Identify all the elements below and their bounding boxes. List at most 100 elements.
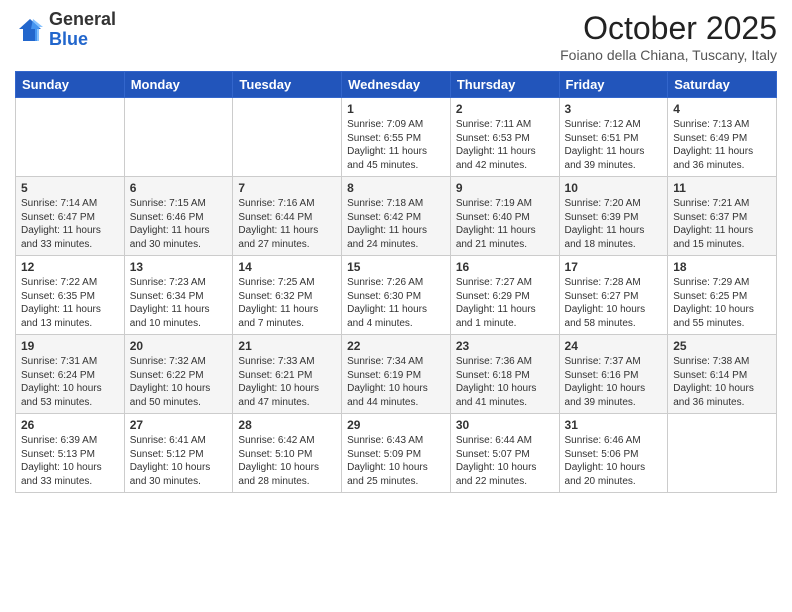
calendar-cell: 20 Sunrise: 7:32 AM Sunset: 6:22 PM Dayli… — [124, 335, 233, 414]
day-number: 18 — [673, 260, 771, 274]
logo-general-text: General — [49, 10, 116, 30]
day-number: 23 — [456, 339, 554, 353]
weekday-header: Tuesday — [233, 72, 342, 98]
calendar-cell: 16Sunrise: 7:27 AM Sunset: 6:29 PM Dayli… — [450, 256, 559, 335]
day-info: Sunrise: 7:14 AM Sunset: 6:47 PM Dayligh… — [21, 198, 101, 250]
day-info: Sunrise: 6:39 AM Sunset: 5:13 PM Dayligh… — [21, 435, 102, 487]
calendar-cell: 1 Sunrise: 7:09 AM Sunset: 6:55 PM Daylig… — [342, 98, 451, 177]
day-number: 7 — [238, 181, 336, 195]
day-info: Sunrise: 7:16 AM Sunset: 6:44 PM Dayligh… — [238, 198, 318, 250]
day-number: 6 — [130, 181, 228, 195]
day-number: 1 — [347, 102, 445, 116]
day-number: 3 — [565, 102, 663, 116]
day-number: 12 — [21, 260, 119, 274]
calendar-cell: 31 Sunrise: 6:46 AM Sunset: 5:06 PM Dayli… — [559, 414, 668, 493]
calendar-cell: 24 Sunrise: 7:37 AM Sunset: 6:16 PM Dayli… — [559, 335, 668, 414]
day-info: Sunrise: 6:42 AM Sunset: 5:10 PM Dayligh… — [238, 435, 319, 487]
calendar-header-row: SundayMondayTuesdayWednesdayThursdayFrid… — [16, 72, 777, 98]
day-info: Sunrise: 7:38 AM Sunset: 6:14 PM Dayligh… — [673, 356, 754, 408]
calendar-cell: 10Sunrise: 7:20 AM Sunset: 6:39 PM Dayli… — [559, 177, 668, 256]
calendar-cell: 14 Sunrise: 7:25 AM Sunset: 6:32 PM Dayli… — [233, 256, 342, 335]
day-number: 27 — [130, 418, 228, 432]
calendar-cell: 3 Sunrise: 7:12 AM Sunset: 6:51 PM Daylig… — [559, 98, 668, 177]
weekday-header: Wednesday — [342, 72, 451, 98]
day-info: Sunrise: 6:41 AM Sunset: 5:12 PM Dayligh… — [130, 435, 211, 487]
day-number: 24 — [565, 339, 663, 353]
day-info: Sunrise: 7:18 AM Sunset: 6:42 PM Dayligh… — [347, 198, 427, 250]
calendar-cell: 23Sunrise: 7:36 AM Sunset: 6:18 PM Dayli… — [450, 335, 559, 414]
day-info: Sunrise: 7:28 AM Sunset: 6:27 PM Dayligh… — [565, 277, 646, 329]
calendar-cell: 28Sunrise: 6:42 AM Sunset: 5:10 PM Dayli… — [233, 414, 342, 493]
logo: General Blue — [15, 10, 116, 50]
day-number: 31 — [565, 418, 663, 432]
calendar-cell: 21Sunrise: 7:33 AM Sunset: 6:21 PM Dayli… — [233, 335, 342, 414]
calendar-subtitle: Foiano della Chiana, Tuscany, Italy — [560, 47, 777, 63]
title-block: October 2025 Foiano della Chiana, Tuscan… — [560, 10, 777, 63]
day-number: 5 — [21, 181, 119, 195]
day-info: Sunrise: 7:15 AM Sunset: 6:46 PM Dayligh… — [130, 198, 210, 250]
calendar-cell: 17Sunrise: 7:28 AM Sunset: 6:27 PM Dayli… — [559, 256, 668, 335]
calendar-cell: 12 Sunrise: 7:22 AM Sunset: 6:35 PM Dayli… — [16, 256, 125, 335]
day-info: Sunrise: 7:22 AM Sunset: 6:35 PM Dayligh… — [21, 277, 101, 329]
weekday-header: Friday — [559, 72, 668, 98]
calendar-week-row: 19Sunrise: 7:31 AM Sunset: 6:24 PM Dayli… — [16, 335, 777, 414]
day-info: Sunrise: 7:12 AM Sunset: 6:51 PM Dayligh… — [565, 119, 645, 171]
calendar-cell: 15Sunrise: 7:26 AM Sunset: 6:30 PM Dayli… — [342, 256, 451, 335]
logo-icon — [15, 15, 45, 45]
calendar-cell — [668, 414, 777, 493]
calendar-cell: 8 Sunrise: 7:18 AM Sunset: 6:42 PM Daylig… — [342, 177, 451, 256]
calendar-cell: 4 Sunrise: 7:13 AM Sunset: 6:49 PM Daylig… — [668, 98, 777, 177]
header: General Blue October 2025 Foiano della C… — [15, 10, 777, 63]
day-info: Sunrise: 7:20 AM Sunset: 6:39 PM Dayligh… — [565, 198, 645, 250]
day-info: Sunrise: 7:11 AM Sunset: 6:53 PM Dayligh… — [456, 119, 536, 171]
calendar-cell — [233, 98, 342, 177]
day-info: Sunrise: 7:32 AM Sunset: 6:22 PM Dayligh… — [130, 356, 211, 408]
day-info: Sunrise: 7:13 AM Sunset: 6:49 PM Dayligh… — [673, 119, 753, 171]
day-number: 26 — [21, 418, 119, 432]
day-number: 2 — [456, 102, 554, 116]
calendar-cell: 22Sunrise: 7:34 AM Sunset: 6:19 PM Dayli… — [342, 335, 451, 414]
day-info: Sunrise: 7:37 AM Sunset: 6:16 PM Dayligh… — [565, 356, 646, 408]
day-number: 21 — [238, 339, 336, 353]
day-number: 13 — [130, 260, 228, 274]
day-number: 8 — [347, 181, 445, 195]
day-number: 22 — [347, 339, 445, 353]
day-info: Sunrise: 6:44 AM Sunset: 5:07 PM Dayligh… — [456, 435, 537, 487]
calendar-cell: 5 Sunrise: 7:14 AM Sunset: 6:47 PM Daylig… — [16, 177, 125, 256]
calendar-week-row: 12 Sunrise: 7:22 AM Sunset: 6:35 PM Dayli… — [16, 256, 777, 335]
calendar-body: 1 Sunrise: 7:09 AM Sunset: 6:55 PM Daylig… — [16, 98, 777, 493]
weekday-header: Monday — [124, 72, 233, 98]
page: General Blue October 2025 Foiano della C… — [0, 0, 792, 612]
calendar-cell: 13 Sunrise: 7:23 AM Sunset: 6:34 PM Dayli… — [124, 256, 233, 335]
weekday-header: Thursday — [450, 72, 559, 98]
day-info: Sunrise: 7:29 AM Sunset: 6:25 PM Dayligh… — [673, 277, 754, 329]
calendar-cell: 30 Sunrise: 6:44 AM Sunset: 5:07 PM Dayli… — [450, 414, 559, 493]
calendar-cell: 26 Sunrise: 6:39 AM Sunset: 5:13 PM Dayli… — [16, 414, 125, 493]
day-info: Sunrise: 6:46 AM Sunset: 5:06 PM Dayligh… — [565, 435, 646, 487]
day-number: 25 — [673, 339, 771, 353]
day-number: 30 — [456, 418, 554, 432]
calendar-cell: 18 Sunrise: 7:29 AM Sunset: 6:25 PM Dayli… — [668, 256, 777, 335]
calendar-week-row: 5 Sunrise: 7:14 AM Sunset: 6:47 PM Daylig… — [16, 177, 777, 256]
day-number: 4 — [673, 102, 771, 116]
day-info: Sunrise: 7:09 AM Sunset: 6:55 PM Dayligh… — [347, 119, 427, 171]
weekday-header: Sunday — [16, 72, 125, 98]
calendar-week-row: 1 Sunrise: 7:09 AM Sunset: 6:55 PM Daylig… — [16, 98, 777, 177]
calendar-cell: 2 Sunrise: 7:11 AM Sunset: 6:53 PM Daylig… — [450, 98, 559, 177]
day-info: Sunrise: 7:31 AM Sunset: 6:24 PM Dayligh… — [21, 356, 102, 408]
calendar-cell — [124, 98, 233, 177]
calendar-title: October 2025 — [560, 10, 777, 47]
day-info: Sunrise: 6:43 AM Sunset: 5:09 PM Dayligh… — [347, 435, 428, 487]
day-number: 20 — [130, 339, 228, 353]
logo-text: General Blue — [49, 10, 116, 50]
calendar-cell: 11Sunrise: 7:21 AM Sunset: 6:37 PM Dayli… — [668, 177, 777, 256]
day-info: Sunrise: 7:19 AM Sunset: 6:40 PM Dayligh… — [456, 198, 536, 250]
day-number: 14 — [238, 260, 336, 274]
day-info: Sunrise: 7:26 AM Sunset: 6:30 PM Dayligh… — [347, 277, 427, 329]
day-info: Sunrise: 7:21 AM Sunset: 6:37 PM Dayligh… — [673, 198, 753, 250]
day-info: Sunrise: 7:23 AM Sunset: 6:34 PM Dayligh… — [130, 277, 210, 329]
day-info: Sunrise: 7:25 AM Sunset: 6:32 PM Dayligh… — [238, 277, 318, 329]
calendar-table: SundayMondayTuesdayWednesdayThursdayFrid… — [15, 71, 777, 493]
calendar-cell: 25 Sunrise: 7:38 AM Sunset: 6:14 PM Dayli… — [668, 335, 777, 414]
calendar-cell: 6 Sunrise: 7:15 AM Sunset: 6:46 PM Daylig… — [124, 177, 233, 256]
